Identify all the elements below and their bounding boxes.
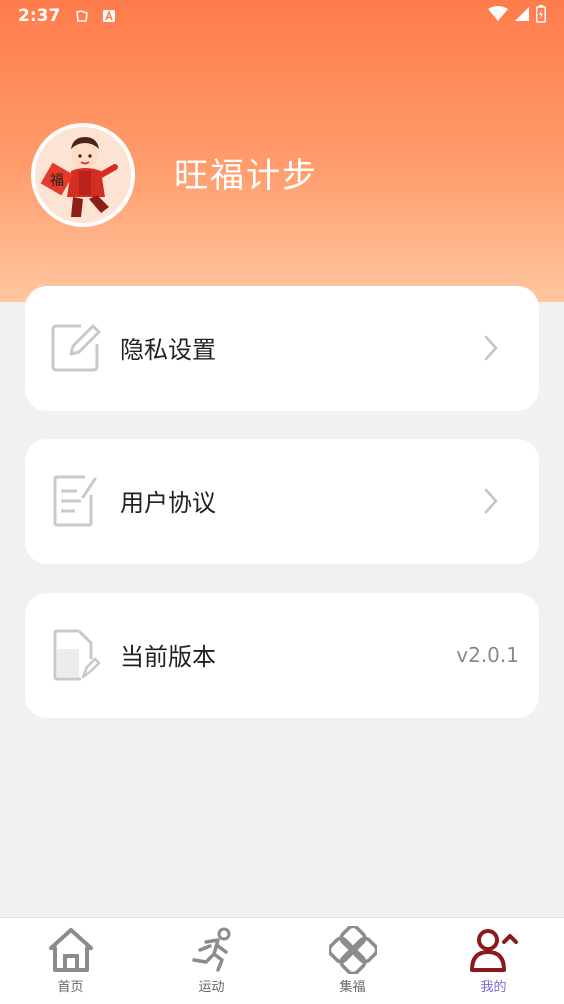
avatar[interactable]: 福 xyxy=(31,123,135,227)
clover-icon xyxy=(327,924,378,976)
edit-icon xyxy=(51,322,101,374)
tab-exercise-label: 运动 xyxy=(198,980,225,995)
current-version-label: 当前版本 xyxy=(120,643,216,671)
profile-header: 2:37 福 旺福计步 xyxy=(0,0,564,302)
home-icon xyxy=(47,926,95,974)
signal-icon xyxy=(514,6,530,26)
tab-home-label: 首页 xyxy=(57,980,84,995)
document-edit-icon xyxy=(51,475,101,527)
user-agreement-label: 用户协议 xyxy=(120,489,216,517)
file-icon xyxy=(51,629,101,681)
user-agreement-item[interactable]: 用户协议 xyxy=(25,439,539,564)
status-time: 2:37 xyxy=(18,6,61,26)
tab-mine-label: 我的 xyxy=(480,980,507,995)
tab-mine[interactable]: 我的 xyxy=(423,918,564,1004)
version-value: v2.0.1 xyxy=(456,643,519,667)
running-icon xyxy=(188,926,236,974)
privacy-settings-item[interactable]: 隐私设置 xyxy=(25,286,539,411)
mascot-avatar: 福 xyxy=(35,127,131,223)
tab-collect-fu-label: 集福 xyxy=(339,980,366,995)
app-name: 旺福计步 xyxy=(174,156,318,196)
wifi-icon xyxy=(488,6,508,26)
chevron-right-icon xyxy=(483,334,499,362)
avatar-fu-glyph: 福 xyxy=(50,173,64,189)
status-bar: 2:37 xyxy=(0,0,564,32)
bottom-tab-bar: 首页 运动 集福 我的 xyxy=(0,917,564,1004)
chevron-right-icon xyxy=(483,487,499,515)
tab-home[interactable]: 首页 xyxy=(0,918,141,1004)
battery-icon xyxy=(536,5,546,27)
current-version-item: 当前版本 v2.0.1 xyxy=(25,593,539,718)
a-badge-icon xyxy=(102,9,116,23)
notification-icon xyxy=(74,8,90,24)
privacy-settings-label: 隐私设置 xyxy=(120,336,216,364)
tab-exercise[interactable]: 运动 xyxy=(141,918,282,1004)
tab-collect-fu[interactable]: 集福 xyxy=(282,918,423,1004)
user-icon xyxy=(469,926,518,974)
